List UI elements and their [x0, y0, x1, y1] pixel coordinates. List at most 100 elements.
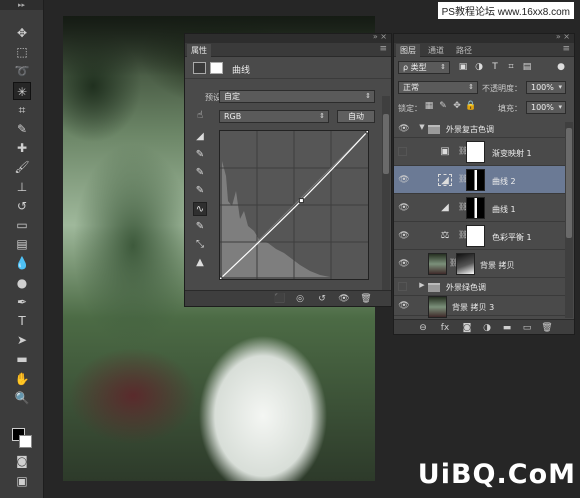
properties-scrollbar[interactable]: [382, 96, 390, 292]
close-icon[interactable]: » ×: [556, 32, 570, 41]
visibility-eye-icon[interactable]: 👁: [398, 301, 410, 311]
clipping-warning-icon[interactable]: ▲: [193, 256, 207, 270]
blend-mode-dropdown[interactable]: 正常 ⇕: [398, 81, 478, 94]
layer-mask-thumbnail[interactable]: [466, 169, 485, 191]
move-tool[interactable]: ✥: [13, 24, 31, 42]
layer-row[interactable]: 👁 背景 拷贝 3: [394, 296, 566, 318]
tab-paths[interactable]: 路径: [452, 44, 476, 57]
visibility-eye-icon[interactable]: 👁: [398, 231, 410, 241]
dodge-tool[interactable]: ●: [13, 274, 31, 292]
link-icon[interactable]: ⛓: [449, 258, 459, 270]
shape-tool[interactable]: ▬: [13, 350, 31, 368]
layer-row[interactable]: 👁 ⛓ 背景 拷贝: [394, 250, 566, 278]
opacity-field[interactable]: 100% ▾: [526, 81, 566, 94]
lock-position-icon[interactable]: ✥: [450, 100, 464, 112]
properties-panel-bar[interactable]: » ×: [185, 32, 391, 43]
link-icon[interactable]: ⛓: [458, 202, 468, 214]
eraser-tool[interactable]: ▭: [13, 216, 31, 234]
layer-mask-thumbnail[interactable]: [456, 253, 475, 275]
visibility-eye-icon[interactable]: 👁: [398, 259, 410, 269]
layer-mask-thumbnail[interactable]: [466, 225, 485, 247]
panel-menu-icon[interactable]: ≡: [379, 44, 387, 54]
curve-point[interactable]: [217, 276, 223, 282]
fill-field[interactable]: 100% ▾: [526, 101, 566, 114]
hand-tool[interactable]: ✋: [13, 370, 31, 388]
channel-dropdown[interactable]: RGB ⇕: [219, 110, 329, 123]
background-color-swatch[interactable]: [19, 435, 32, 448]
layers-panel-bar[interactable]: » ×: [394, 32, 574, 43]
layer-row[interactable]: 👁 ◢ ⛓ 曲线 2: [394, 166, 566, 194]
lock-all-icon[interactable]: 🔒: [464, 100, 478, 112]
link-icon[interactable]: ⛓: [458, 174, 468, 186]
chevron-down-icon[interactable]: ▼: [418, 123, 426, 131]
pen-tool[interactable]: ✒: [13, 293, 31, 311]
visibility-eye-icon[interactable]: 👁: [398, 124, 410, 134]
filter-smart-object-icon[interactable]: ▤: [520, 61, 534, 73]
layers-scrollbar[interactable]: [565, 122, 573, 318]
marquee-tool[interactable]: ⬚: [13, 43, 31, 61]
gradient-tool[interactable]: ▤: [13, 235, 31, 253]
curve-point[interactable]: [365, 128, 371, 134]
layer-mask-thumbnail[interactable]: [466, 197, 485, 219]
tab-properties[interactable]: 属性: [187, 44, 211, 57]
layer-thumbnail[interactable]: [428, 296, 447, 318]
mask-icon[interactable]: ◙: [460, 322, 474, 334]
crop-tool[interactable]: ⌗: [13, 101, 31, 119]
trash-icon[interactable]: 🗑: [540, 322, 554, 334]
layer-row[interactable]: ▶ 外景绿色调: [394, 278, 566, 296]
zoom-tool[interactable]: 🔍: [13, 389, 31, 407]
link-icon[interactable]: ⊖: [416, 322, 430, 334]
filter-type-icon[interactable]: T: [488, 61, 502, 73]
type-tool[interactable]: T: [13, 312, 31, 330]
link-icon[interactable]: ⛓: [458, 146, 468, 158]
scrollbar-thumb[interactable]: [383, 114, 389, 174]
layer-mask-thumbnail[interactable]: [466, 141, 485, 163]
screen-mode-tool[interactable]: ▣: [13, 472, 31, 490]
filter-pixel-icon[interactable]: ▣: [456, 61, 470, 73]
adjustment-icon[interactable]: ◑: [480, 322, 494, 334]
draw-pencil-icon[interactable]: ✎: [193, 220, 207, 234]
trash-icon[interactable]: 🗑: [359, 293, 373, 305]
toolbar-grip[interactable]: ▸▸: [0, 0, 43, 10]
quick-mask-tool[interactable]: ◙: [13, 452, 31, 470]
curves-target-icon[interactable]: ◢: [193, 130, 207, 144]
close-icon[interactable]: » ×: [373, 32, 387, 41]
folder-icon[interactable]: ▬: [500, 322, 514, 334]
chevron-right-icon[interactable]: ▶: [418, 281, 426, 289]
edit-points-icon[interactable]: ∿: [193, 202, 207, 216]
view-previous-icon[interactable]: ◎: [293, 293, 307, 305]
visibility-eye-icon[interactable]: 👁: [398, 203, 410, 213]
sample-gray-eyedropper-icon[interactable]: ✎: [193, 166, 207, 180]
healing-brush-tool[interactable]: ✚: [13, 139, 31, 157]
visibility-icon[interactable]: 👁: [337, 293, 351, 305]
smooth-icon[interactable]: ⤡: [193, 238, 207, 252]
curve-point[interactable]: [298, 198, 304, 204]
mask-icon[interactable]: [210, 62, 223, 74]
panel-menu-icon[interactable]: ≡: [562, 44, 570, 54]
on-image-adjust-icon[interactable]: ☝: [193, 109, 207, 123]
layer-row[interactable]: 👁 ◢ ⛓ 曲线 1: [394, 194, 566, 222]
filter-toggle-icon[interactable]: ●: [554, 61, 568, 73]
eyedropper-tool[interactable]: ✎: [13, 120, 31, 138]
preset-dropdown[interactable]: 自定 ⇕: [219, 90, 375, 103]
curves-graph[interactable]: [217, 128, 371, 282]
layer-row[interactable]: ▣ ⛓ 渐变映射 1: [394, 138, 566, 166]
filter-kind-dropdown[interactable]: ρ 类型 ⇕: [398, 61, 450, 74]
sample-black-eyedropper-icon[interactable]: ✎: [193, 148, 207, 162]
filter-shape-icon[interactable]: ⌗: [504, 61, 518, 73]
layer-row[interactable]: 👁 ⚖ ⛓ 色彩平衡 1: [394, 222, 566, 250]
scrollbar-thumb[interactable]: [566, 128, 572, 238]
visibility-off-icon[interactable]: [398, 282, 407, 291]
tab-layers[interactable]: 图层: [396, 44, 420, 57]
blur-tool[interactable]: 💧: [13, 254, 31, 272]
auto-button[interactable]: 自动: [337, 110, 375, 123]
clone-stamp-tool[interactable]: ⊥: [13, 178, 31, 196]
clip-to-layer-icon[interactable]: ⬛: [273, 293, 287, 305]
tab-channels[interactable]: 通道: [424, 44, 448, 57]
path-selection-tool[interactable]: ➤: [13, 331, 31, 349]
sample-white-eyedropper-icon[interactable]: ✎: [193, 184, 207, 198]
lock-transparent-icon[interactable]: ▦: [422, 100, 436, 112]
lock-pixels-icon[interactable]: ✎: [436, 100, 450, 112]
filter-adjustment-icon[interactable]: ◑: [472, 61, 486, 73]
layer-row[interactable]: 👁 ▼ 外景复古色调: [394, 120, 566, 138]
